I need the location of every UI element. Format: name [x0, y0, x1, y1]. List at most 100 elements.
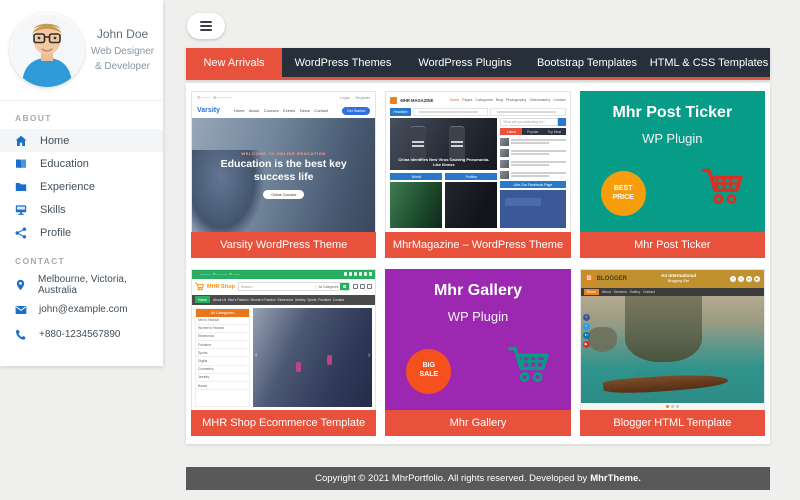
shop-topbar: 📍 ───── ✉ ───── ✆ ───	[192, 270, 375, 279]
varsity-nav-links: Home About Courses Events News Contact	[224, 108, 338, 113]
mhrmagazine-thumbnail: MHR MAGAZINE Home Pages Categories Blog …	[385, 91, 570, 232]
magazine-nav: Home Pages Categories Blog Photography V…	[436, 98, 565, 102]
contact-location-text: Melbourne, Victoria, Australia	[38, 274, 148, 296]
magazine-headline-label: Headline	[390, 108, 410, 116]
portfolio-grid: ✆ ─── ✉ ───── Login Register Varsity Hom…	[186, 83, 770, 444]
about-section-label: ABOUT	[0, 101, 163, 129]
varsity-navbar: Varsity Home About Courses Events News C…	[192, 103, 375, 118]
card-title[interactable]: Mhr Post Ticker	[580, 232, 765, 258]
magazine-sidebar: What are you searching for? Latest Popul…	[500, 118, 565, 228]
shop-category-item: Digital	[196, 357, 249, 365]
card-title[interactable]: Varsity WordPress Theme	[191, 232, 376, 258]
card-title[interactable]: Blogger HTML Template	[580, 410, 765, 436]
varsity-topbar-contact: ✆ ─── ✉ ─────	[197, 95, 232, 100]
contact-item-email[interactable]: john@example.com	[0, 297, 163, 322]
varsity-thumbnail: ✆ ─── ✉ ───── Login Register Varsity Hom…	[191, 91, 376, 232]
widget-tab-top: Top Most	[548, 130, 561, 134]
sidebar-item-label: Experience	[40, 181, 95, 193]
book-icon	[15, 158, 27, 170]
widget-post-item	[500, 170, 565, 179]
shop-slider-photo: ‹ ›	[253, 308, 372, 407]
magazine-section-world: World	[390, 173, 442, 228]
shop-social-icons	[344, 272, 373, 276]
card-blogger-template[interactable]: B BLOGGER An International Blogging Site…	[580, 269, 765, 436]
blogger-navbar: Home About Services Gallery Contact	[581, 288, 764, 296]
menu-toggle-button[interactable]	[187, 13, 225, 39]
card-varsity-theme[interactable]: ✆ ─── ✉ ───── Login Register Varsity Hom…	[191, 91, 376, 258]
tab-new-arrivals[interactable]: New Arrivals	[186, 48, 282, 77]
best-price-badge: BEST PRICE	[601, 171, 646, 216]
shop-nav-home: Home	[195, 296, 210, 303]
magazine-feature-caption: China Identifies New Virus Causing Pneum…	[390, 157, 497, 167]
photo-boat	[602, 372, 727, 395]
photo-accent	[327, 355, 332, 365]
sidebar-item-experience[interactable]: Experience	[0, 175, 163, 198]
shop-category-item: Furniture	[196, 341, 249, 349]
shop-search-button	[340, 283, 349, 290]
sidebar-item-profile[interactable]: Profile	[0, 221, 163, 244]
magazine-search-placeholder: What are you searching for?	[500, 118, 557, 126]
contact-section-label: CONTACT	[0, 244, 163, 272]
blogger-nav-items: About Services Gallery Contact	[602, 290, 655, 294]
card-title[interactable]: MHR Shop Ecommerce Template	[191, 410, 376, 436]
profile-role: Web Designer & Developer	[90, 44, 155, 74]
mhr-shop-thumbnail: 📍 ───── ✉ ───── ✆ ─── MHR Shop Search...…	[191, 269, 376, 410]
sidebar-item-skills[interactable]: Skills	[0, 198, 163, 221]
mhr-gallery-thumbnail: Mhr Gallery WP Plugin BIG SALE	[385, 269, 570, 410]
contact-email-text: john@example.com	[39, 304, 128, 315]
youtube-icon: ▶	[754, 276, 760, 282]
shop-body: All Categories Men's Fashion Women's Fas…	[192, 305, 375, 410]
shop-navbar: Home About Us Men's Fashion Women's Fash…	[192, 295, 375, 305]
widget-post-item	[500, 159, 565, 168]
blogger-floating-social: f t in ▶	[583, 314, 590, 348]
twitter-icon: t	[583, 323, 590, 330]
magazine-logo-text: MHR MAGAZINE	[400, 98, 433, 103]
card-title[interactable]: Mhr Gallery	[385, 410, 570, 436]
location-pin-icon	[15, 279, 26, 291]
shop-category-item: Cosmetics	[196, 366, 249, 374]
folder-icon	[15, 181, 27, 193]
facebook-widget	[500, 190, 565, 228]
profile-role-line1: Web Designer	[90, 44, 155, 59]
contact-item-phone[interactable]: +880-1234567890	[0, 322, 163, 347]
slider-next-arrow: ›	[368, 352, 370, 359]
sidebar-item-home[interactable]: Home	[0, 129, 163, 152]
varsity-cta-button: Get Started	[342, 107, 370, 115]
shop-category-item: Sports	[196, 349, 249, 357]
card-mhrmagazine-theme[interactable]: MHR MAGAZINE Home Pages Categories Blog …	[385, 91, 570, 258]
contact-item-location[interactable]: Melbourne, Victoria, Australia	[0, 272, 163, 297]
widget-tab-popular: Popular	[527, 130, 538, 134]
tab-bootstrap-templates[interactable]: Bootstrap Templates	[526, 48, 648, 77]
big-sale-badge: BIG SALE	[406, 349, 451, 394]
card-mhr-gallery[interactable]: Mhr Gallery WP Plugin BIG SALE Mhr G	[385, 269, 570, 436]
cart-icon	[507, 345, 549, 388]
shop-category-item: Jewelry	[196, 374, 249, 382]
card-mhr-shop-template[interactable]: 📍 ───── ✉ ───── ✆ ─── MHR Shop Search...…	[191, 269, 376, 436]
blogger-nav-home: Home	[584, 289, 599, 295]
shop-category-item: Men's Fashion	[196, 317, 249, 325]
main-area: New Arrivals WordPress Themes WordPress …	[186, 0, 770, 500]
card-title[interactable]: MhrMagazine – WordPress Theme	[385, 232, 570, 258]
badge-line2: SALE	[419, 371, 438, 380]
tab-wordpress-themes[interactable]: WordPress Themes	[282, 48, 404, 77]
phone-icon	[15, 329, 27, 341]
sidebar-item-label: Education	[40, 158, 89, 170]
facebook-icon: f	[583, 314, 590, 321]
badge-line1: BEST	[614, 185, 633, 194]
share-icon	[15, 227, 27, 239]
magazine-body: China Identifies New Virus Causing Pneum…	[386, 118, 569, 232]
tab-wordpress-plugins[interactable]: WordPress Plugins	[404, 48, 526, 77]
slider-dots	[581, 403, 764, 410]
card-mhr-post-ticker[interactable]: Mhr Post Ticker WP Plugin BEST PRICE	[580, 91, 765, 258]
varsity-hero-kicker: WELCOME TO ONLINE EDUCATION	[241, 151, 326, 156]
photo-cliff	[625, 296, 702, 362]
tab-html-css-templates[interactable]: HTML & CSS Templates	[648, 48, 770, 77]
category-tabs: New Arrivals WordPress Themes WordPress …	[186, 48, 770, 80]
home-icon	[15, 135, 27, 147]
contact-phone-text: +880-1234567890	[39, 329, 120, 340]
linkedin-icon: in	[746, 276, 752, 282]
sidebar-item-education[interactable]: Education	[0, 152, 163, 175]
shop-nav-items: About Us Men's Fashion Women's Fashion E…	[213, 298, 344, 302]
cart-icon	[701, 167, 743, 210]
shop-topbar-contact: 📍 ───── ✉ ───── ✆ ───	[195, 272, 240, 276]
